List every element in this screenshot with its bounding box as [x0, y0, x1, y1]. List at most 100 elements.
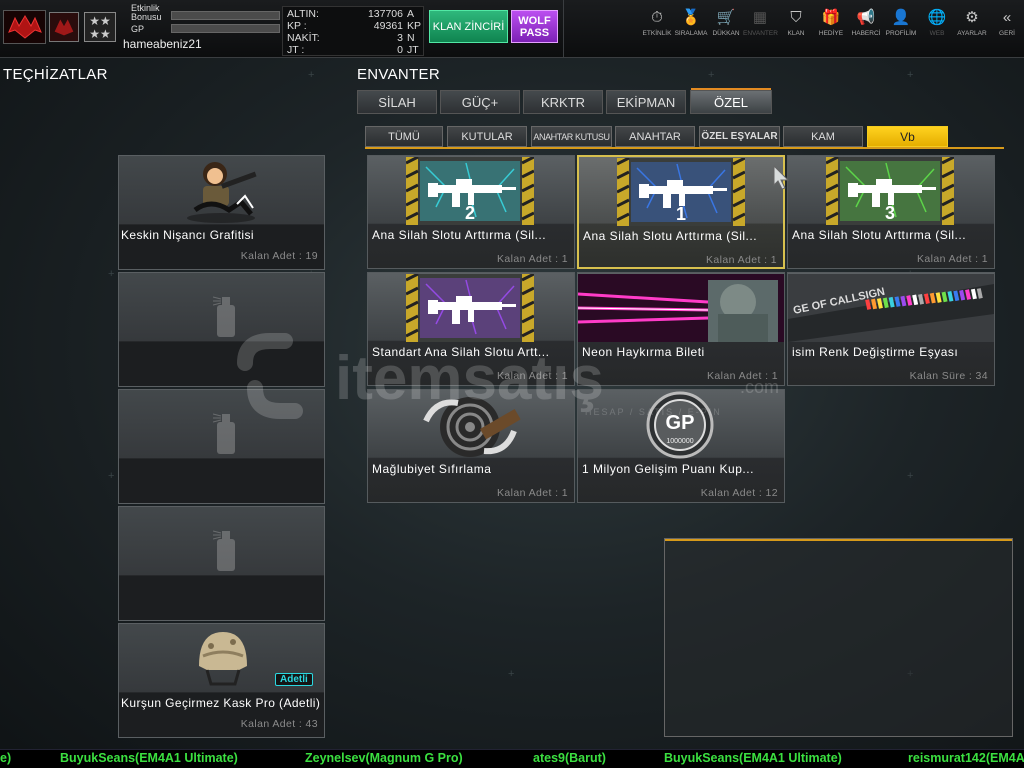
username: hameabeniz21: [123, 37, 202, 51]
wolf-logo-icon: [7, 15, 42, 39]
decor-plus: +: [108, 470, 115, 482]
tab-ekipman[interactable]: EKİPMAN: [606, 90, 686, 114]
nav-label: KLAN: [787, 30, 805, 37]
slot-name: Keskin Nişancı Grafitisi: [121, 228, 254, 242]
inventory-item-card[interactable]: 3 Ana Silah Slotu Arttırma (Sil... Kalan A…: [787, 155, 995, 269]
currency-row: KP :49361 KP: [287, 20, 422, 32]
watermark-logo-icon: itemsatış .com HESAP / SATIŞ / E-PIN: [237, 333, 779, 419]
nav-ranking[interactable]: 🏅 SIRALAMA: [674, 8, 708, 37]
svg-text:HESAP / SATIŞ / E-PIN: HESAP / SATIŞ / E-PIN: [585, 407, 722, 417]
nav-settings[interactable]: ⚙ AYARLAR: [955, 8, 989, 37]
equipment-slot[interactable]: Keskin Nişancı Grafitisi Kalan Adet : 19: [118, 155, 325, 270]
subtab-kam[interactable]: KAM: [783, 126, 863, 147]
inventory-icon: ▦: [752, 9, 768, 26]
item-count: Kalan Süre : 34: [909, 370, 988, 382]
emblem-icon: [54, 19, 74, 36]
subtab-anahtar-kutusu[interactable]: ANAHTAR KUTUSU: [531, 126, 612, 147]
watermark: itemsatış .com HESAP / SATIŞ / E-PIN: [225, 333, 785, 428]
item-count: Kalan Adet : 1: [497, 253, 568, 265]
subtab-ozel-esyalar[interactable]: ÖZEL EŞYALAR: [699, 126, 780, 147]
kill-ticker: e) BuyukSeans(EM4A1 Ultimate) Zeynelsev(…: [0, 749, 1024, 768]
item-name: Mağlubiyet Sıfırlama: [372, 462, 492, 476]
ticker-item: reismurat142(EM4A1: [908, 751, 1024, 765]
subtab-anahtar[interactable]: ANAHTAR: [615, 126, 695, 147]
equipment-slot[interactable]: Adetli Kurşun Geçirmez Kask Pro (Adetli) K…: [118, 623, 325, 738]
item-name: Ana Silah Slotu Arttırma (Sil...: [792, 228, 967, 242]
ticker-item: e): [0, 751, 12, 765]
item-name: Ana Silah Slotu Arttırma (Sil...: [372, 228, 547, 242]
nav-profile[interactable]: 👤 PROFİLİM: [884, 8, 918, 37]
sniper-graffiti-icon: [187, 162, 257, 223]
nav-event[interactable]: ⏱ ETKİNLİK: [640, 8, 674, 37]
tab-krktr[interactable]: KRKTR: [523, 90, 603, 114]
nav-label: PROFİLİM: [885, 30, 917, 37]
weapon-slot-icon: 1: [617, 158, 745, 226]
svg-text:.com: .com: [740, 377, 779, 397]
slot-count: Kalan Adet : 43: [240, 718, 318, 730]
item-name: Ana Silah Slotu Arttırma (Sil...: [583, 229, 758, 243]
decor-plus: +: [308, 69, 315, 81]
slot-count: Kalan Adet : 19: [240, 250, 318, 262]
gp-bar: [171, 24, 280, 33]
messenger-icon: 📢: [856, 9, 876, 26]
nav-clan[interactable]: ⛉ KLAN: [779, 8, 813, 37]
svg-text:2: 2: [465, 203, 475, 223]
subtab-vb[interactable]: Vb: [867, 126, 948, 147]
item-count: Kalan Adet : 1: [706, 254, 777, 266]
bonus-bar: [171, 11, 280, 20]
nav-label: ETKİNLİK: [642, 30, 672, 37]
equipment-title: TEÇHİZATLAR: [3, 66, 108, 83]
mouse-cursor-icon: [773, 164, 790, 190]
svg-text:1000000: 1000000: [666, 438, 693, 445]
weapon-slot-icon: 2: [406, 157, 534, 225]
detail-top-line: [665, 539, 1012, 541]
nav-back[interactable]: « GERİ: [990, 8, 1024, 37]
slot-name: Kurşun Geçirmez Kask Pro (Adetli): [121, 696, 321, 710]
inventory-item-card[interactable]: 2 Ana Silah Slotu Arttırma (Sil... Kalan A…: [367, 155, 575, 269]
item-count: Kalan Adet : 1: [497, 487, 568, 499]
decor-plus: +: [508, 668, 515, 680]
nav-web[interactable]: 🌐 WEB: [920, 8, 954, 37]
divider: [563, 0, 564, 58]
gift-icon: 🎁: [821, 9, 841, 26]
inventory-title: ENVANTER: [357, 66, 440, 83]
klan-zinciri-button[interactable]: KLAN ZİNCİRİ: [429, 10, 508, 43]
item-name: isim Renk Değiştirme Eşyası: [792, 345, 959, 359]
bonus-label: Etkinlik Bonusu: [131, 3, 162, 22]
currency-row: JT :0 JT: [287, 44, 419, 56]
shop-icon: 🛒: [716, 9, 736, 26]
tab-silah[interactable]: SİLAH: [357, 90, 437, 114]
currency-row: ALTIN: 137706 A: [287, 8, 415, 20]
event-icon: ⏱: [651, 9, 663, 26]
game-logo: [3, 10, 46, 44]
neon-ticket-icon: [578, 274, 784, 342]
nav-messenger[interactable]: 📢 HABERCİ: [849, 8, 883, 37]
active-tab-highlight: [691, 88, 771, 90]
item-name: 1 Milyon Gelişim Puanı Kup...: [582, 462, 754, 476]
helmet-icon: [199, 632, 247, 686]
currency-panel: ALTIN: 137706 A KP :49361 KP NAKİT: 3 N JT :0…: [282, 6, 424, 56]
tab-ozel[interactable]: ÖZEL: [690, 88, 772, 114]
clan-icon: ⛉: [790, 9, 802, 26]
subtab-tumu[interactable]: TÜMÜ: [365, 126, 443, 147]
subtab-kutular[interactable]: KUTULAR: [447, 126, 527, 147]
nav-shop[interactable]: 🛒 DÜKKAN: [709, 8, 743, 37]
svg-text:1: 1: [676, 204, 686, 224]
equipment-slot-empty[interactable]: [118, 506, 325, 621]
clan-emblem: [49, 12, 79, 42]
nav-label: GERİ: [999, 30, 1015, 37]
svg-text:itemsatış: itemsatış: [335, 344, 604, 413]
weapon-slot-icon: [406, 274, 534, 342]
inventory-item-card[interactable]: 1 Ana Silah Slotu Arttırma (Sil... Kalan A…: [577, 155, 785, 269]
nav-gift[interactable]: 🎁 HEDİYE: [814, 8, 848, 37]
nav-label: WEB: [929, 30, 945, 37]
decor-plus: +: [907, 69, 914, 81]
tab-guc[interactable]: GÜÇ+: [440, 90, 520, 114]
decor-plus: +: [907, 470, 914, 482]
wolf-pass-button[interactable]: WOLF PASS: [511, 10, 558, 43]
nav-label: DÜKKAN: [712, 30, 740, 37]
inventory-item-card[interactable]: GE OF CALLSIGN isim Renk Değiştirme Eşyas…: [787, 272, 995, 386]
nav-inventory[interactable]: ▦ ENVANTER: [743, 8, 778, 37]
nav-label: ENVANTER: [743, 30, 778, 37]
item-count: Kalan Adet : 1: [917, 253, 988, 265]
